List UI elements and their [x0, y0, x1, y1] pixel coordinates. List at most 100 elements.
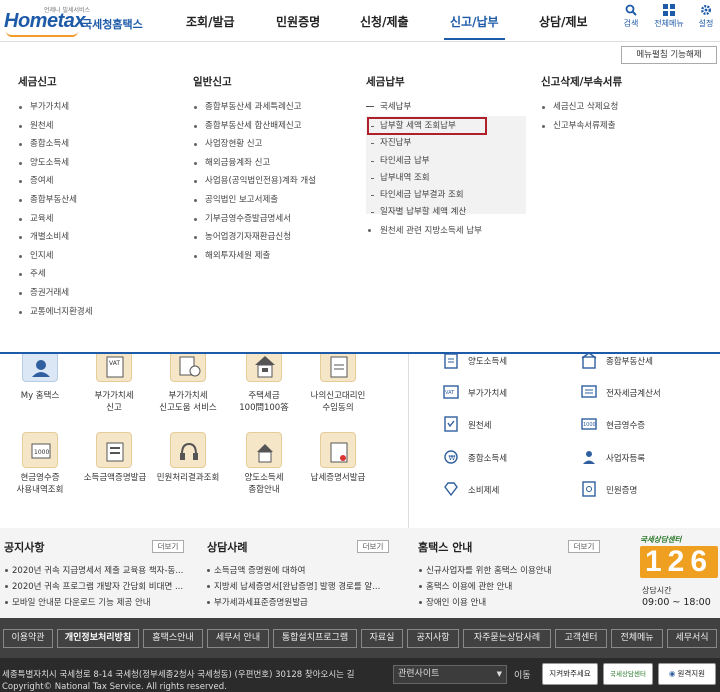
- all-menu-button[interactable]: 전체메뉴: [652, 4, 686, 29]
- footer-link[interactable]: 세무서 안내: [207, 629, 269, 648]
- related-sites-select[interactable]: 관련사이트 ▼: [393, 665, 507, 684]
- all-menu-label: 전체메뉴: [654, 19, 684, 28]
- consult-item[interactable]: 지방세 납세증명서[완납증명] 발행 경로를 알...: [206, 580, 380, 592]
- menu-item[interactable]: 주세: [18, 265, 93, 284]
- quick-divider: [408, 354, 409, 528]
- menu-item[interactable]: 해외투자세원 제출: [193, 247, 316, 266]
- svg-text:VAT: VAT: [445, 390, 455, 396]
- menu-expand-toggle-button[interactable]: 메뉴펼침 기능해제: [621, 46, 717, 64]
- menu-item[interactable]: 사업장현황 신고: [193, 135, 316, 154]
- menu-item[interactable]: 양도소득세: [18, 154, 93, 173]
- footer-link[interactable]: 통합설치프로그램: [273, 629, 357, 648]
- top-header: 언제나 빌세서비스 Hometax 국세청홈택스 조회/발급 민원증명 신청/제…: [0, 0, 720, 42]
- service-comprehensive-realty[interactable]: 종합부동산세: [606, 355, 653, 367]
- menu-item[interactable]: 세금신고 삭제요청: [541, 98, 618, 117]
- service-cash-receipt[interactable]: 현금영수증: [606, 419, 645, 431]
- national-tax-payment-group[interactable]: 국세납부: [366, 100, 411, 112]
- service-civil-cert[interactable]: 민원증명: [606, 484, 637, 496]
- transfer-tax-guide-button[interactable]: [246, 432, 282, 468]
- call-center-title: 국세상담센터: [640, 535, 682, 544]
- footer-link[interactable]: 전체메뉴: [611, 629, 663, 648]
- service-e-invoice[interactable]: 전자세금계산서: [606, 387, 661, 399]
- remote-support-button[interactable]: ◉ 원격지원: [658, 663, 716, 685]
- col-tax-report-title: 세금신고: [18, 76, 57, 88]
- footer-link[interactable]: 고객센터: [555, 629, 607, 648]
- footer-link[interactable]: 자주묻는상담사례: [463, 629, 551, 648]
- menu-item[interactable]: 교통에너지환경세: [18, 303, 93, 322]
- menu-item[interactable]: 부가가치세: [18, 98, 93, 117]
- transfer-tax-icon: [257, 444, 273, 463]
- service-vat[interactable]: 부가가치세: [468, 387, 507, 399]
- income-cert-icon: [106, 442, 124, 462]
- footer-link[interactable]: 홈택스안내: [143, 629, 203, 648]
- service-business-register[interactable]: 사업자등록: [606, 452, 645, 464]
- submenu-item[interactable]: 타인세금 납부결과 조회: [370, 187, 466, 204]
- menu-item[interactable]: 종합소득세: [18, 135, 93, 154]
- consult-item[interactable]: 부가세과세표준증명원발급: [206, 596, 308, 608]
- notice-more-button[interactable]: 더보기: [152, 540, 184, 553]
- nav-report-pay[interactable]: 신고/납부: [444, 0, 505, 42]
- consult-more-button[interactable]: 더보기: [357, 540, 389, 553]
- cash-receipt-history-button[interactable]: 1000: [22, 432, 58, 468]
- quick-label: 양도소득세 종합안내: [244, 473, 284, 495]
- watch-button[interactable]: 지켜봐주세요: [542, 663, 598, 685]
- submenu-item[interactable]: 일자별 납부할 세액 계산: [370, 204, 466, 221]
- menu-item[interactable]: 원천세: [18, 117, 93, 136]
- footer-link[interactable]: 이용약관: [3, 629, 53, 648]
- call-center-banner[interactable]: 국세상담센터 126 상담시간 09:00 ~ 18:00: [640, 530, 720, 616]
- guide-item[interactable]: 장애인 이용 안내: [418, 596, 486, 608]
- guide-item[interactable]: 신규사업자를 위한 홈택스 이용안내: [418, 564, 551, 576]
- service-income-tax[interactable]: 종합소득세: [468, 452, 507, 464]
- invoice-icon: [581, 385, 597, 398]
- call-center-button[interactable]: 국세상담센터: [603, 663, 653, 685]
- menu-item[interactable]: 개별소비세: [18, 228, 93, 247]
- civil-result-button[interactable]: [170, 432, 206, 468]
- footer-link[interactable]: 세무서식: [667, 629, 717, 648]
- menu-item[interactable]: 공익법인 보고서제출: [193, 191, 316, 210]
- menu-item[interactable]: 종합부동산세 과세특례신고: [193, 98, 316, 117]
- submenu-item[interactable]: 납부내역 조회: [370, 170, 466, 187]
- income-cert-button[interactable]: [96, 432, 132, 468]
- withholding-local-tax-link[interactable]: 원천세 관련 지방소득세 납부: [366, 224, 482, 236]
- guide-more-button[interactable]: 더보기: [568, 540, 600, 553]
- notice-item[interactable]: 모바일 안내문 다운로드 기능 제공 안내: [4, 596, 151, 608]
- quick-label: My 홈택스: [20, 391, 60, 401]
- notice-item[interactable]: 2020년 귀속 프로그램 개발자 간담회 비대면 ...: [4, 580, 183, 592]
- col-delete-attach-list: 세금신고 삭제요청 신고부속서류제출: [541, 98, 618, 135]
- menu-item[interactable]: 인지세: [18, 247, 93, 266]
- menu-item[interactable]: 증여세: [18, 172, 93, 191]
- submenu-item[interactable]: 자진납부: [370, 135, 466, 152]
- grid-menu-icon: [663, 4, 675, 16]
- menu-item[interactable]: 기부금영수증발급명세서: [193, 210, 316, 229]
- nav-apply-submit[interactable]: 신청/제출: [360, 0, 409, 42]
- service-withholding[interactable]: 원천세: [468, 419, 491, 431]
- tax-cert-button[interactable]: [320, 432, 356, 468]
- guide-item[interactable]: 홈택스 이용에 관한 안내: [418, 580, 512, 592]
- service-consumption-tax[interactable]: 소비제세: [468, 484, 499, 496]
- nav-consult-report[interactable]: 상담/제보: [539, 0, 588, 42]
- hometax-logo[interactable]: 언제나 빌세서비스 Hometax 국세청홈택스: [4, 4, 144, 38]
- consult-item[interactable]: 소득금액 증명원에 대하여: [206, 564, 305, 576]
- quick-label: 나의신고대리인 수임동의: [310, 391, 366, 413]
- menu-item[interactable]: 사업용(공익법인전용)계좌 개설: [193, 172, 316, 191]
- service-transfer-tax[interactable]: 양도소득세: [468, 355, 507, 367]
- search-button[interactable]: 검색: [616, 4, 646, 29]
- footer-link[interactable]: 자료실: [361, 629, 403, 648]
- submenu-item[interactable]: 타인세금 납부: [370, 153, 466, 170]
- go-button[interactable]: 이동: [514, 668, 531, 681]
- col-delete-attach-title: 신고삭제/부속서류: [541, 76, 623, 88]
- footer-link-privacy[interactable]: 개인정보처리방침: [57, 629, 139, 648]
- menu-item[interactable]: 증권거래세: [18, 284, 93, 303]
- notice-item[interactable]: 2020년 귀속 지급명세서 제출 교육용 책자-동...: [4, 564, 183, 576]
- menu-item[interactable]: 해외금융계좌 신고: [193, 154, 316, 173]
- menu-item[interactable]: 종합부동산세: [18, 191, 93, 210]
- nav-inquiry-issue[interactable]: 조회/발급: [186, 0, 235, 42]
- menu-item[interactable]: 신고부속서류제출: [541, 117, 618, 136]
- settings-button[interactable]: 설정: [692, 4, 720, 29]
- menu-item[interactable]: 종합부동산세 합산배제신고: [193, 117, 316, 136]
- quick-label: 소득금액증명발급: [83, 473, 147, 483]
- nav-civil-cert[interactable]: 민원증명: [276, 0, 320, 42]
- menu-item[interactable]: 교육세: [18, 210, 93, 229]
- menu-item[interactable]: 농어업경기자재환급신청: [193, 228, 316, 247]
- footer-link[interactable]: 공지사항: [407, 629, 459, 648]
